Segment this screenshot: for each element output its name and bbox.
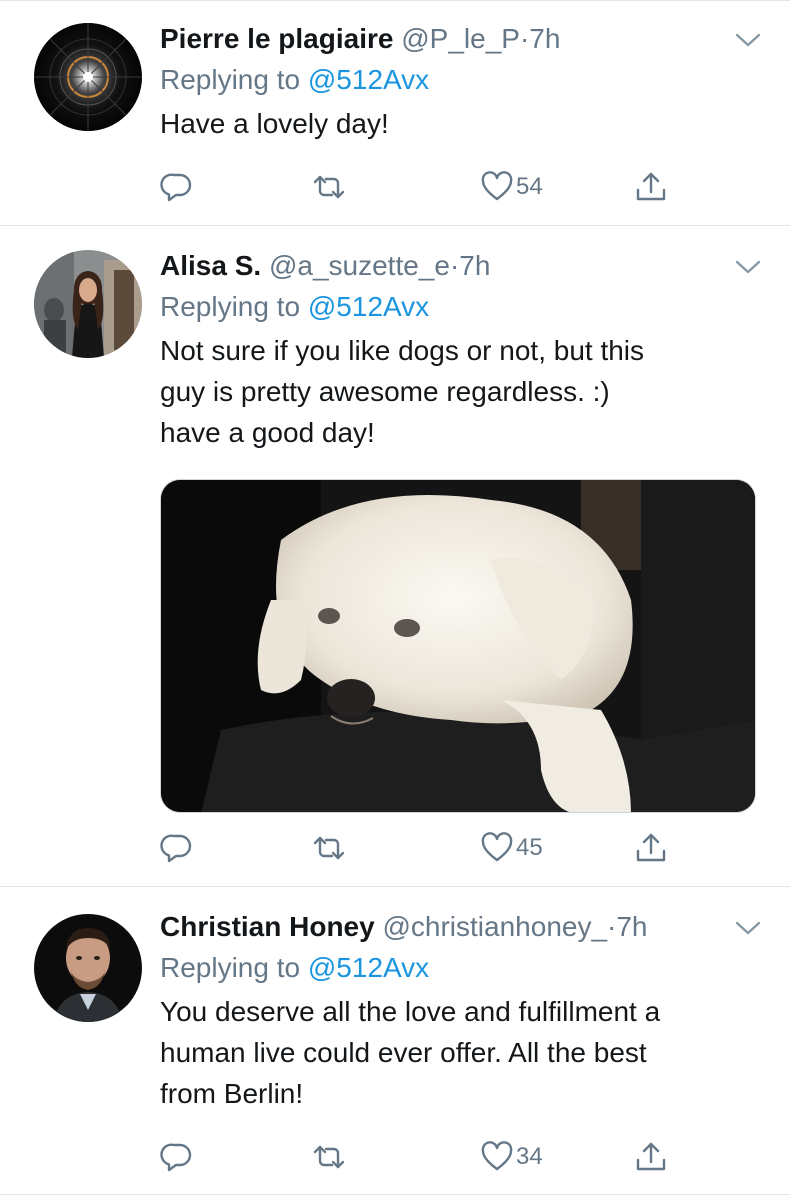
timestamp[interactable]: 7h [529,23,560,54]
reply-button[interactable] [160,1137,194,1177]
replying-to: Replying to @512Avx [160,61,762,99]
mention-link[interactable]: @512Avx [308,952,429,983]
separator-dot: · [519,23,530,54]
share-icon [636,172,666,201]
retweet-icon [313,175,345,199]
username[interactable]: @christianhoney_ [382,911,607,942]
retweet-button[interactable] [312,167,346,207]
retweet-icon [313,836,345,860]
share-button[interactable] [634,828,668,868]
avatar[interactable] [34,23,142,131]
like-button[interactable]: 34 [480,1137,543,1177]
tweet-text: Have a lovely day! [160,103,762,144]
replying-to-label: Replying to [160,291,308,322]
separator-dot: · [449,250,460,281]
mention-link[interactable]: @512Avx [308,291,429,322]
replying-to: Replying to @512Avx [160,949,762,987]
reply-feed: Pierre le plagiaire @P_le_P·7h Replying … [0,0,790,1200]
tweet-text: Not sure if you like dogs or not, but th… [160,330,762,453]
like-count: 34 [516,1143,543,1170]
tweet-text-line: human live could ever offer. All the bes… [160,1037,647,1068]
tweet-text-line: You deserve all the love and fulfillment… [160,996,661,1027]
chevron-down-icon[interactable] [734,258,762,276]
display-name[interactable]: Christian Honey [160,911,375,942]
like-icon [481,832,513,862]
tweet-text-line: Not sure if you like dogs or not, but th… [160,335,645,366]
replying-to-label: Replying to [160,952,308,983]
tweet[interactable]: Alisa S. @a_suzette_e·7h Replying to @51… [0,226,790,887]
separator-dot: · [607,911,617,942]
share-icon [636,1142,666,1171]
share-button[interactable] [634,167,668,207]
username[interactable]: @P_le_P [401,23,520,54]
reply-icon [160,1143,192,1172]
like-icon [481,171,513,201]
display-name[interactable]: Pierre le plagiaire [160,23,393,54]
timestamp[interactable]: 7h [459,250,490,281]
replying-to: Replying to @512Avx [160,288,762,326]
tweet-actions: 34 [160,1137,680,1177]
retweet-button[interactable] [312,828,346,868]
share-icon [636,833,666,862]
reply-button[interactable] [160,167,194,207]
tweet-actions: 45 [160,828,680,868]
username[interactable]: @a_suzette_e [269,250,450,281]
timestamp[interactable]: 7h [616,911,647,942]
tweet-header: Christian Honey @christianhoney_·7h [160,909,762,945]
retweet-icon [313,1145,345,1169]
like-icon [481,1141,513,1171]
mention-link[interactable]: @512Avx [308,64,429,95]
tweet-text: You deserve all the love and fulfillment… [160,991,762,1114]
tweet-text-line: have a good day! [160,417,375,448]
chevron-down-icon[interactable] [734,31,762,49]
reply-button[interactable] [160,828,194,868]
tweet-header: Pierre le plagiaire @P_le_P·7h [160,21,762,57]
tweet[interactable]: Pierre le plagiaire @P_le_P·7h Replying … [0,0,790,226]
tweet-header: Alisa S. @a_suzette_e·7h [160,248,762,284]
like-count: 45 [516,834,543,861]
like-count: 54 [516,173,543,200]
tweet-text-line: Have a lovely day! [160,108,389,139]
chevron-down-icon[interactable] [734,919,762,937]
reply-icon [160,173,192,202]
retweet-button[interactable] [312,1137,346,1177]
reply-icon [160,834,192,863]
avatar[interactable] [34,914,142,1022]
like-button[interactable]: 45 [480,828,543,868]
avatar[interactable] [34,250,142,358]
display-name[interactable]: Alisa S. [160,250,261,281]
tweet-text-line: from Berlin! [160,1078,304,1109]
like-button[interactable]: 54 [480,167,543,207]
tweet-actions: 54 [160,167,680,207]
tweet-text-line: guy is pretty awesome regardless. :) [160,376,610,407]
tweet-media-photo[interactable] [160,479,756,813]
tweet[interactable]: Christian Honey @christianhoney_·7h Repl… [0,887,790,1195]
replying-to-label: Replying to [160,64,308,95]
share-button[interactable] [634,1137,668,1177]
